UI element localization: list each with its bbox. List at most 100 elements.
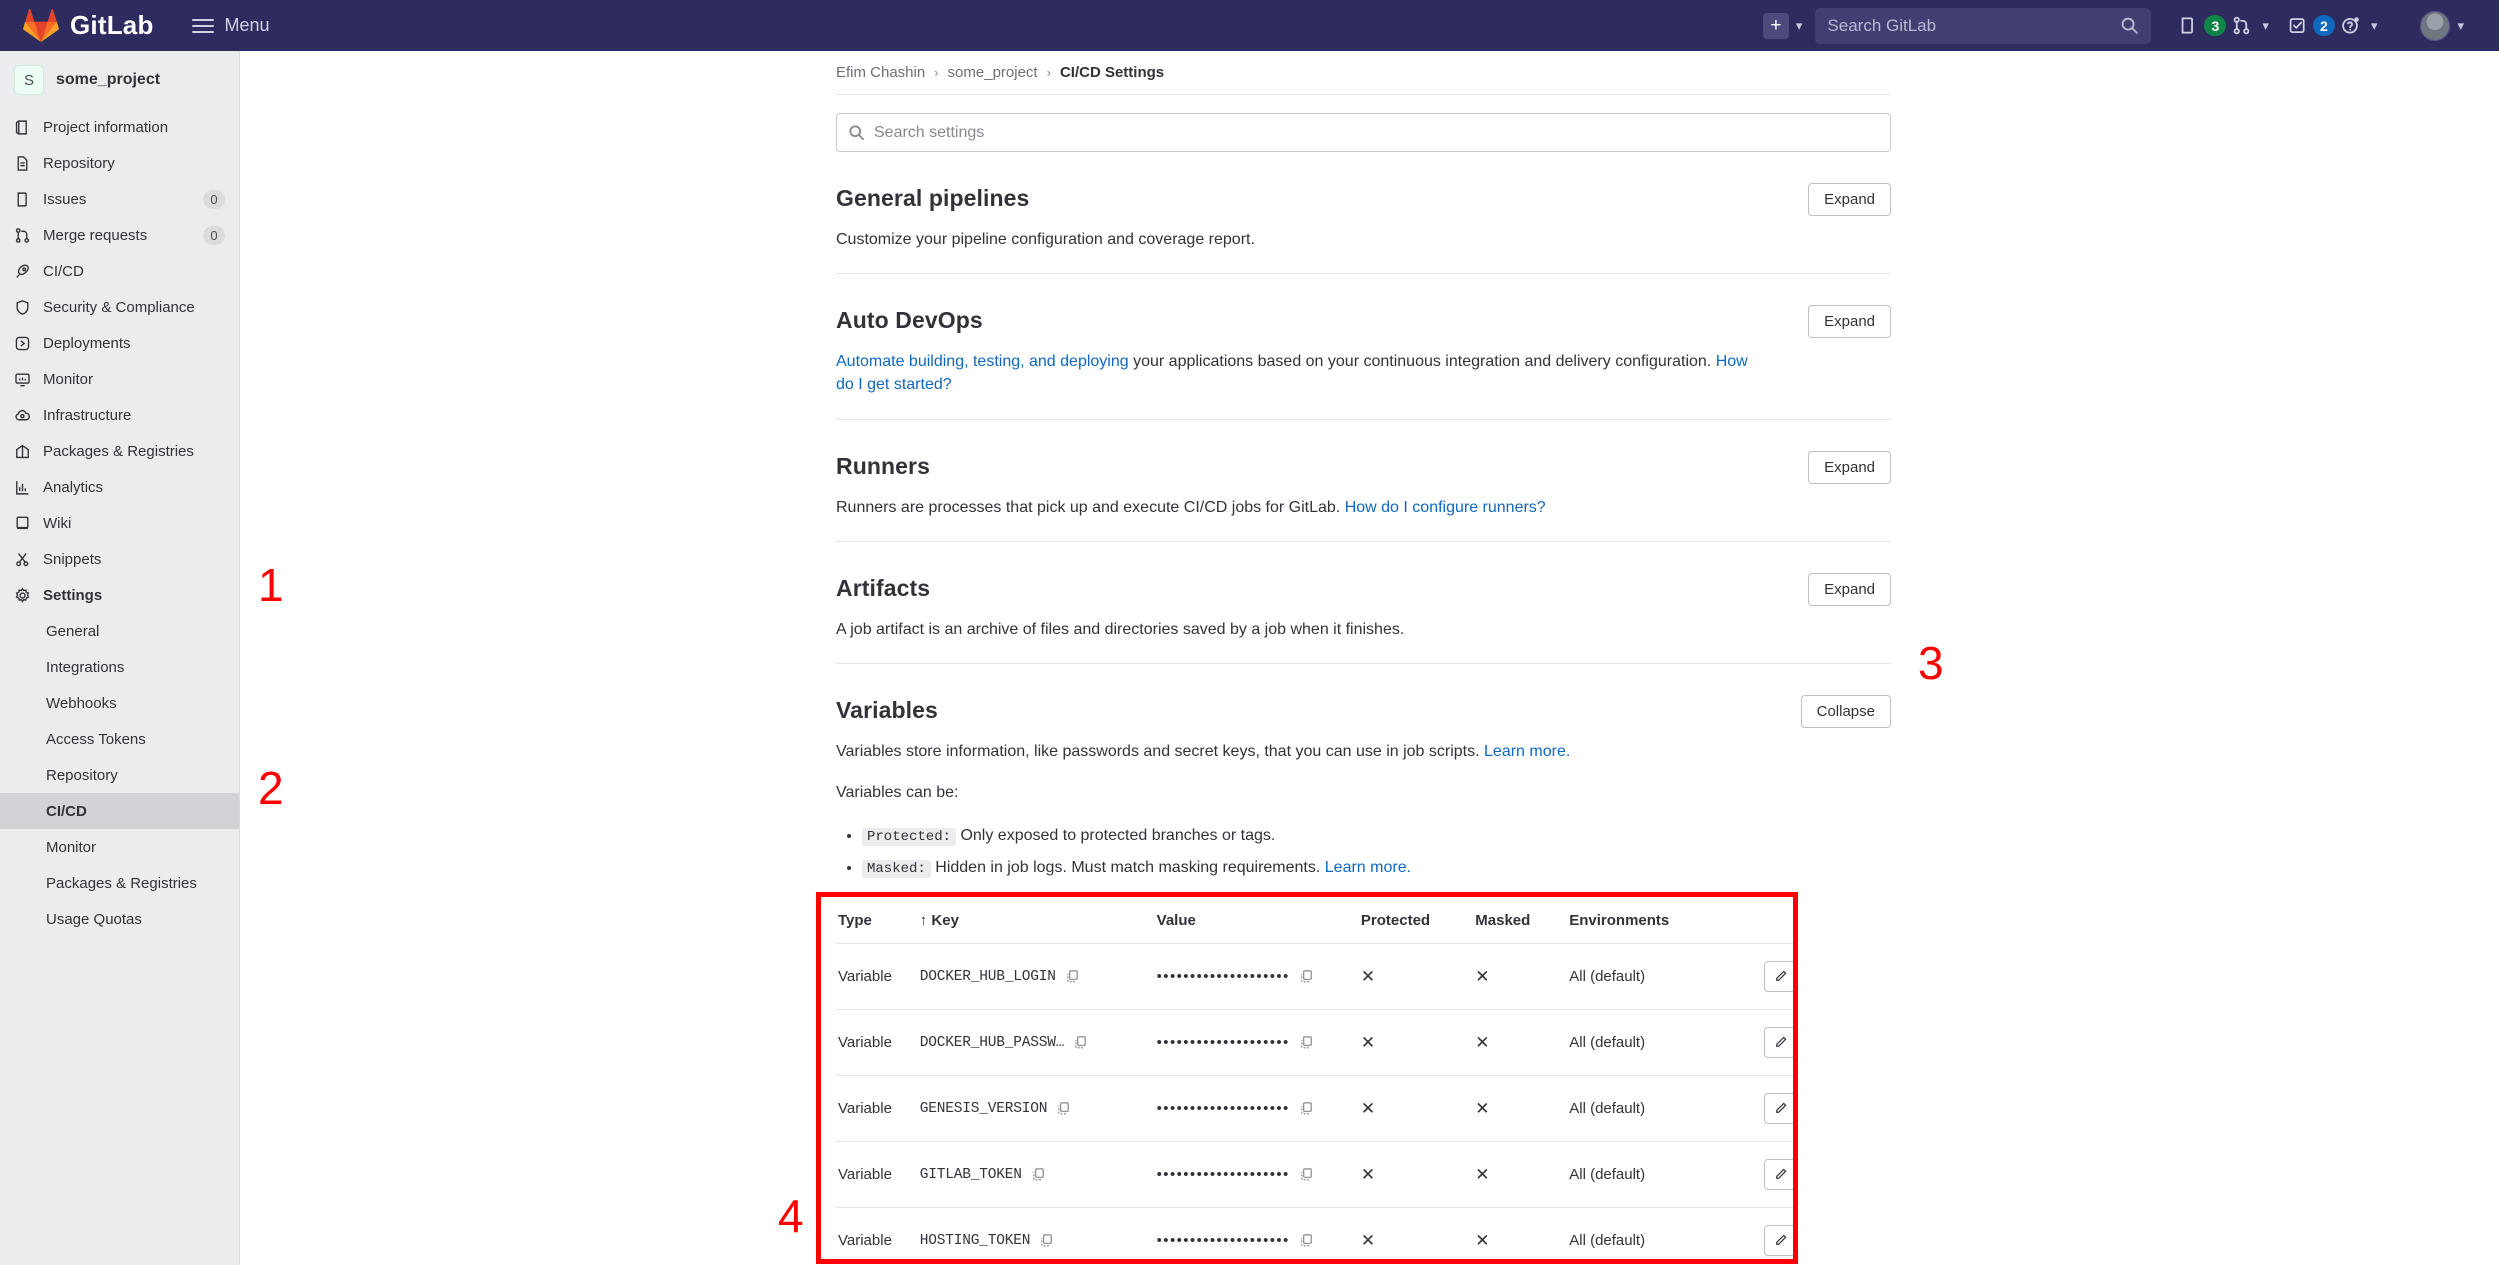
sidebar-subitem-integrations[interactable]: Integrations xyxy=(0,649,239,685)
gitlab-logo-icon xyxy=(23,8,59,42)
breadcrumb-project[interactable]: some_project xyxy=(948,64,1038,81)
expand-general-pipelines-button[interactable]: Expand xyxy=(1808,183,1891,216)
configure-runners-link[interactable]: How do I configure runners? xyxy=(1345,499,1546,516)
issues-nav-button[interactable]: 3 xyxy=(2179,15,2227,36)
help-nav-button[interactable]: ▾ xyxy=(2341,16,2391,35)
sidebar-project-header[interactable]: S some_project xyxy=(0,51,239,107)
copy-icon[interactable] xyxy=(1073,1035,1088,1050)
expand-runners-button[interactable]: Expand xyxy=(1808,450,1891,484)
variable-value-masked: •••••••••••••••••••• xyxy=(1156,1232,1290,1250)
avatar[interactable] xyxy=(2420,10,2451,41)
sidebar-subitem-general[interactable]: General xyxy=(0,613,239,649)
sidebar-item-security-compliance[interactable]: Security & Compliance xyxy=(0,289,239,325)
edit-variable-button[interactable] xyxy=(1764,1093,1796,1125)
column-header-type[interactable]: Type xyxy=(836,906,920,945)
expand-auto-devops-button[interactable]: Expand xyxy=(1808,305,1891,339)
masked-learn-more-link[interactable]: Learn more. xyxy=(1325,859,1411,876)
section-description: Runners are processes that pick up and e… xyxy=(836,496,1766,519)
todos-nav-button[interactable]: 2 xyxy=(2288,15,2335,36)
pencil-icon xyxy=(1775,1102,1786,1114)
variables-desc-text: Variables store information, like passwo… xyxy=(836,742,1485,760)
masked-desc: Hidden in job logs. Must match masking r… xyxy=(930,859,1325,877)
user-chevron-down-icon[interactable]: ▾ xyxy=(2457,18,2464,34)
column-header-key[interactable]: ↑ Key xyxy=(919,906,1157,945)
copy-icon[interactable] xyxy=(1039,1233,1054,1248)
masked-x-icon: ✕ xyxy=(1475,1164,1490,1184)
sidebar-item-wiki[interactable]: Wiki xyxy=(0,505,239,541)
sidebar-item-label: Security & Compliance xyxy=(43,298,195,316)
variable-key-label: GENESIS_VERSION xyxy=(919,1100,1048,1117)
breadcrumb-separator: › xyxy=(1046,65,1051,80)
cell-key: GITLAB_TOKEN xyxy=(919,1141,1157,1209)
sidebar-item-merge-requests[interactable]: Merge requests 0 xyxy=(0,217,239,253)
sidebar-item-cicd[interactable]: CI/CD xyxy=(0,253,239,289)
column-header-value[interactable]: Value xyxy=(1156,906,1361,945)
sidebar-subitem-repository[interactable]: Repository xyxy=(0,757,239,793)
breadcrumb-separator: › xyxy=(934,65,939,80)
settings-search-input[interactable] xyxy=(874,123,1879,142)
cell-actions xyxy=(1733,1208,1796,1265)
sidebar-item-label: Repository xyxy=(43,154,115,172)
sidebar-item-repository[interactable]: Repository xyxy=(0,145,239,181)
cell-environments: All (default) xyxy=(1569,1009,1733,1077)
sidebar-item-settings[interactable]: Settings xyxy=(0,577,239,613)
variable-value-masked: •••••••••••••••••••• xyxy=(1156,968,1290,986)
sidebar-item-label: Issues xyxy=(43,190,87,208)
menu-button[interactable]: Menu xyxy=(191,15,270,36)
list-item: Masked: Hidden in job logs. Must match m… xyxy=(862,852,1891,884)
auto-devops-link[interactable]: Automate building, testing, and deployin… xyxy=(836,353,1129,370)
edit-variable-button[interactable] xyxy=(1764,961,1796,993)
copy-icon[interactable] xyxy=(1299,969,1314,984)
sidebar-item-snippets[interactable]: Snippets xyxy=(0,541,239,577)
edit-variable-button[interactable] xyxy=(1764,1159,1796,1191)
copy-icon[interactable] xyxy=(1056,1101,1071,1116)
sidebar-item-deployments[interactable]: Deployments xyxy=(0,325,239,361)
new-item-chevron-down-icon[interactable]: ▾ xyxy=(1796,18,1803,34)
edit-variable-button[interactable] xyxy=(1764,1225,1796,1257)
sidebar-subitem-webhooks[interactable]: Webhooks xyxy=(0,685,239,721)
pencil-icon xyxy=(1775,1168,1786,1180)
expand-artifacts-button[interactable]: Expand xyxy=(1808,572,1891,606)
copy-icon[interactable] xyxy=(1299,1035,1314,1050)
new-item-button[interactable]: + xyxy=(1762,12,1789,39)
copy-icon[interactable] xyxy=(1065,969,1080,984)
global-search-input[interactable] xyxy=(1827,15,2121,36)
copy-icon[interactable] xyxy=(1031,1167,1046,1182)
variable-key-label: DOCKER_HUB_LOGIN xyxy=(919,968,1056,985)
column-header-protected[interactable]: Protected xyxy=(1360,906,1476,945)
sidebar-item-count: 0 xyxy=(203,189,225,209)
sidebar-item-infrastructure[interactable]: Infrastructure xyxy=(0,397,239,433)
collapse-variables-button[interactable]: Collapse xyxy=(1800,694,1891,728)
navbar-right: + ▾ 3 ▾ 2 xyxy=(1762,7,2477,44)
copy-icon[interactable] xyxy=(1299,1101,1314,1116)
variables-learn-more-link[interactable]: Learn more. xyxy=(1484,743,1570,760)
edit-variable-button[interactable] xyxy=(1764,1027,1796,1059)
variables-table-wrapper: Type ↑ Key Value Protected Masked Enviro… xyxy=(816,892,1891,1265)
sidebar-subitem-access-tokens[interactable]: Access Tokens xyxy=(0,721,239,757)
copy-icon[interactable] xyxy=(1299,1167,1314,1182)
merge-requests-nav-button[interactable]: ▾ xyxy=(2232,16,2282,35)
sidebar-subitem-monitor[interactable]: Monitor xyxy=(0,829,239,865)
hamburger-icon xyxy=(191,18,214,33)
global-search-box[interactable] xyxy=(1815,7,2152,44)
sidebar-item-project-information[interactable]: Project information xyxy=(0,109,239,145)
column-header-environments[interactable]: Environments xyxy=(1569,906,1733,945)
sidebar-item-packages-registries[interactable]: Packages & Registries xyxy=(0,433,239,469)
cell-environments: All (default) xyxy=(1569,1075,1733,1143)
sidebar-item-monitor[interactable]: Monitor xyxy=(0,361,239,397)
breadcrumb-user[interactable]: Efim Chashin xyxy=(836,64,925,81)
sidebar-subitem-packages-registries[interactable]: Packages & Registries xyxy=(0,865,239,901)
copy-icon[interactable] xyxy=(1299,1233,1314,1248)
sidebar-subitem-usage-quotas[interactable]: Usage Quotas xyxy=(0,901,239,937)
annotation-number-1: 1 xyxy=(258,559,284,611)
runners-desc-text: Runners are processes that pick up and e… xyxy=(836,498,1345,516)
sidebar-item-analytics[interactable]: Analytics xyxy=(0,469,239,505)
settings-search-box[interactable] xyxy=(836,113,1891,152)
section-variables: Variables Collapse Variables store infor… xyxy=(816,664,1891,1265)
column-header-masked[interactable]: Masked xyxy=(1475,906,1570,945)
sidebar-subitem-cicd[interactable]: CI/CD xyxy=(0,793,239,829)
column-header-actions xyxy=(1732,906,1796,945)
pencil-icon xyxy=(1775,1036,1786,1048)
sidebar-item-issues[interactable]: Issues 0 xyxy=(0,181,239,217)
table-body: Variable DOCKER_HUB_LOGIN ••••••••••••••… xyxy=(836,943,1796,1265)
